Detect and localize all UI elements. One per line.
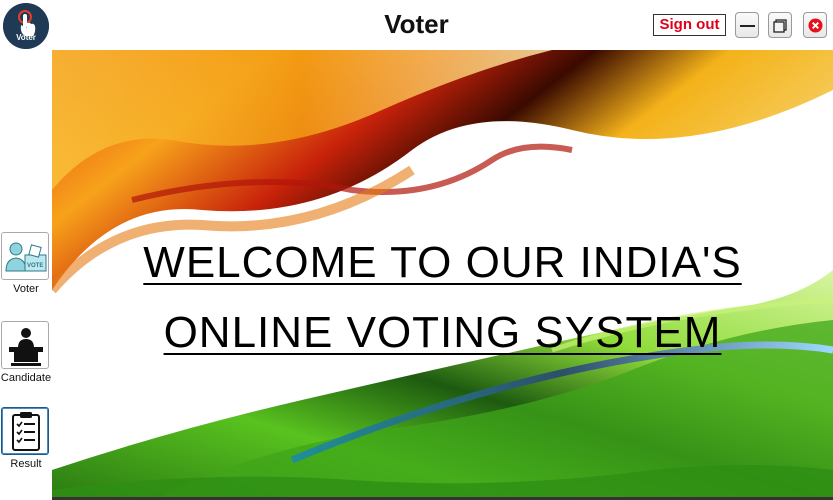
restore-icon <box>773 19 787 33</box>
welcome-heading-line1: WELCOME TO OUR INDIA'S <box>143 238 742 287</box>
sidebar: VOTE Voter Candidate Result <box>0 50 52 500</box>
sidebar-item-label: Candidate <box>0 372 52 384</box>
close-button[interactable] <box>803 12 827 38</box>
minimize-button[interactable] <box>735 12 759 38</box>
sidebar-item-candidate[interactable]: Candidate <box>0 321 52 387</box>
voter-ballot-icon: VOTE <box>1 232 49 280</box>
welcome-heading-line2: ONLINE VOTING SYSTEM <box>163 308 722 357</box>
clipboard-checklist-icon <box>1 407 49 455</box>
close-icon <box>808 18 823 33</box>
minimize-icon <box>740 25 755 27</box>
sidebar-item-result[interactable]: Result <box>0 407 52 473</box>
sign-out-button[interactable]: Sign out <box>653 14 726 36</box>
restore-button[interactable] <box>768 12 792 38</box>
sidebar-item-label: Result <box>10 458 42 470</box>
sidebar-item-voter[interactable]: VOTE Voter <box>0 232 52 298</box>
candidate-podium-icon <box>1 321 49 369</box>
tricolor-banner: WELCOME TO OUR INDIA'S ONLINE VOTING SYS… <box>52 50 833 500</box>
sidebar-item-label: Voter <box>13 283 39 295</box>
svg-text:VOTE: VOTE <box>27 263 43 269</box>
title-bar: Voter Voter Sign out <box>0 0 833 50</box>
